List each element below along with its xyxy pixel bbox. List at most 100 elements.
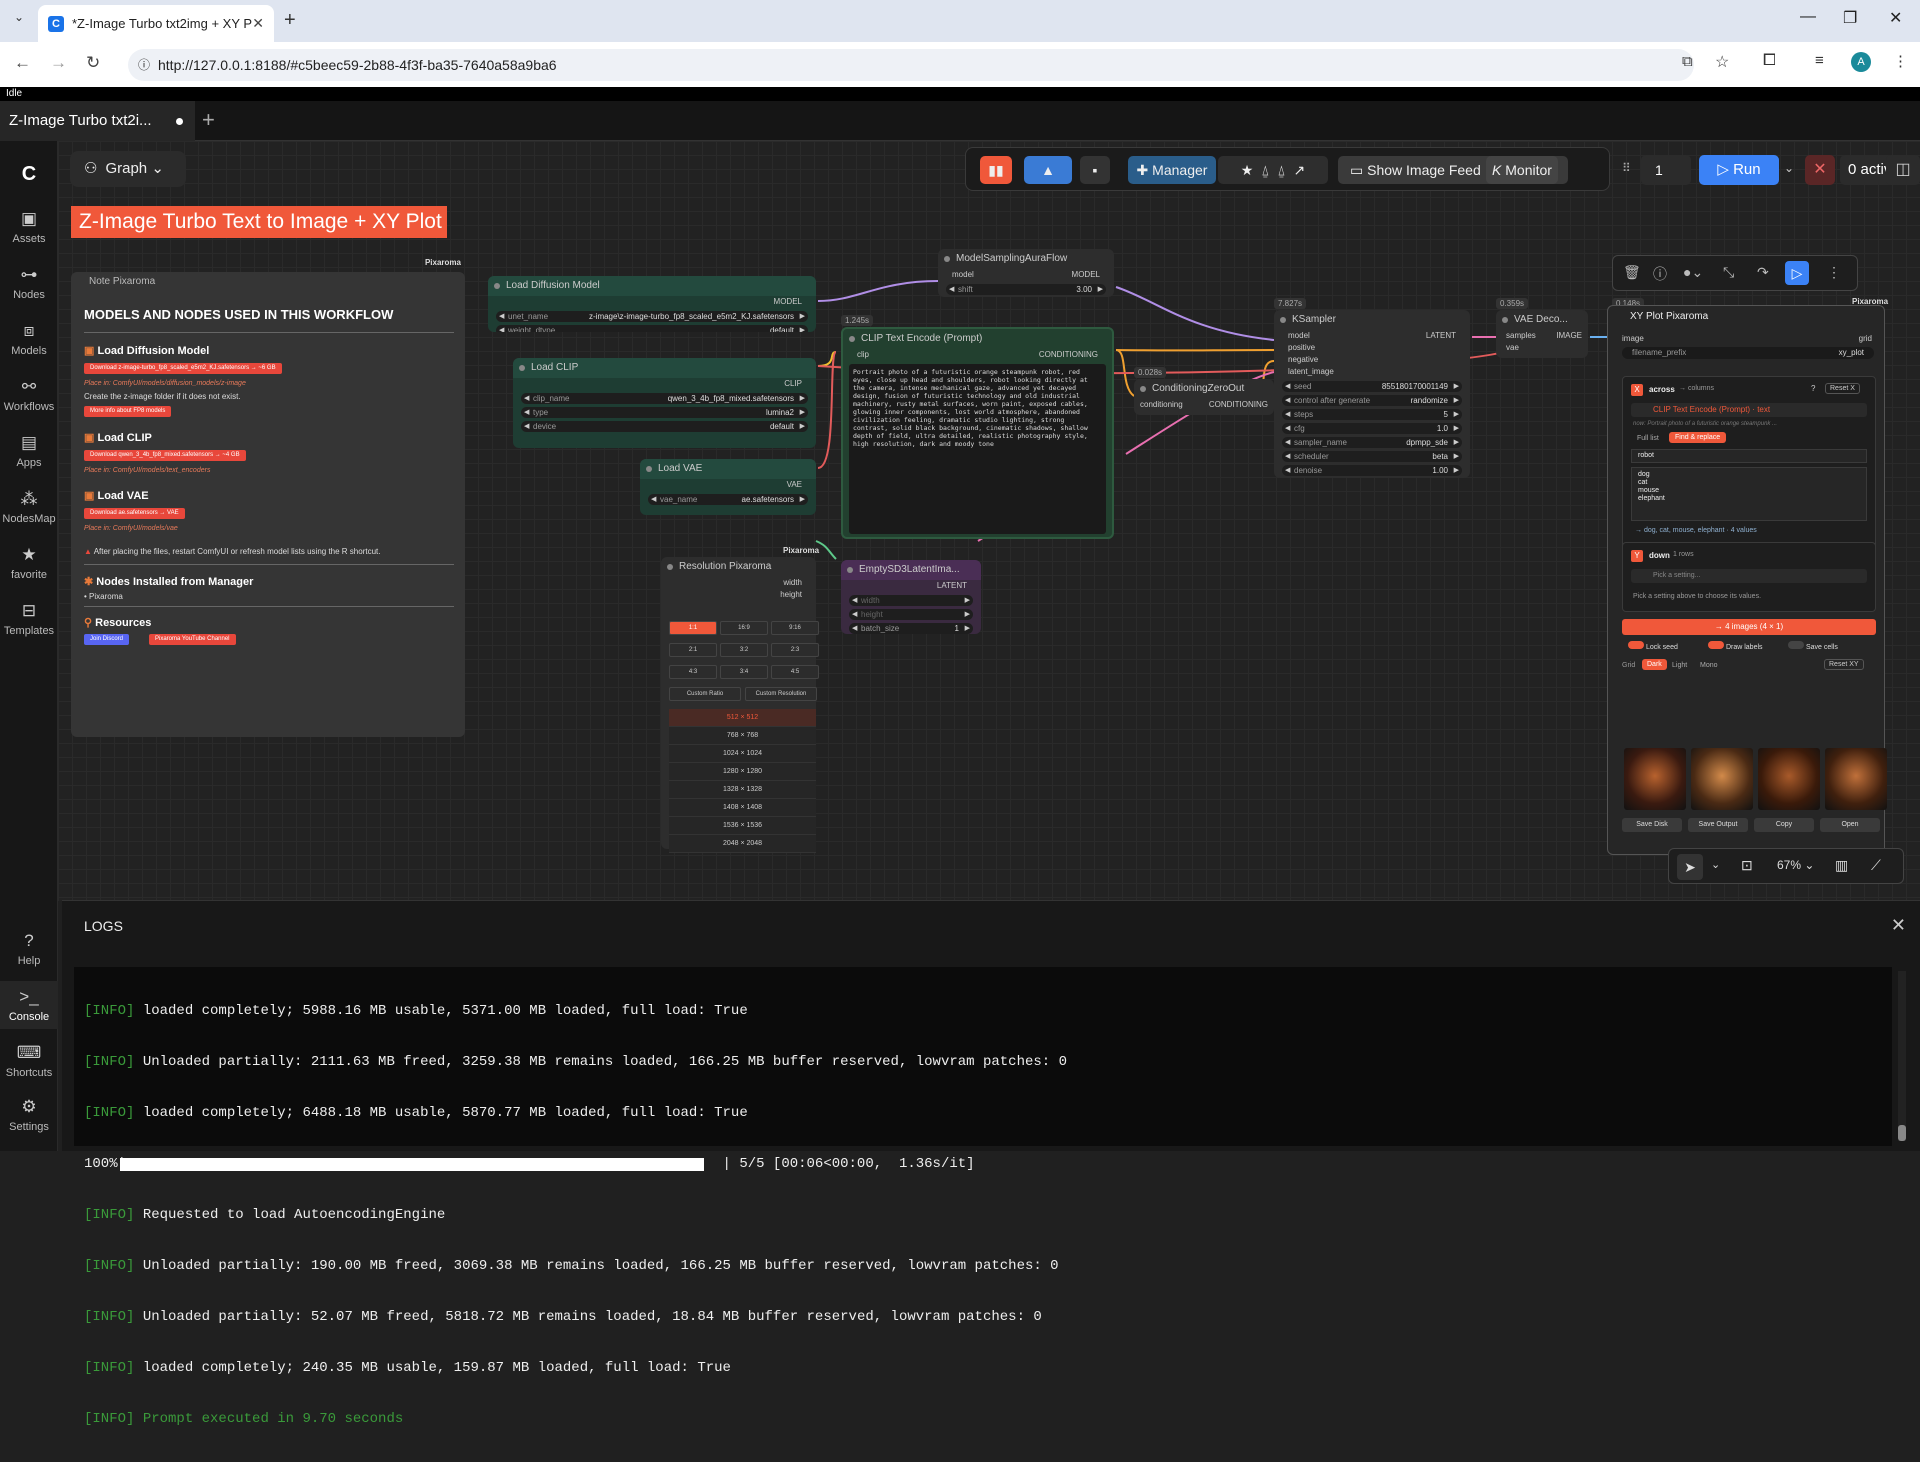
log-scrollbar[interactable] [1898,971,1906,1141]
model-sampling-auraflow-node[interactable]: ModelSamplingAuraFlow model MODEL shift 3.… [938,249,1114,297]
resolution-option[interactable]: 768 × 768 [669,727,816,745]
generate-images-button[interactable]: → 4 images (4 × 1) [1622,619,1876,635]
resolution-option[interactable]: 1408 × 1408 [669,799,816,817]
grid-light-button[interactable]: Light [1672,662,1687,669]
log-output[interactable]: [INFO] loaded completely; 5988.16 MB usa… [74,967,1892,1427]
sampler-name-widget[interactable]: sampler_name dpmpp_sde [1282,437,1462,448]
ksampler-node[interactable]: KSampler model LATENT positive negative l… [1274,310,1470,478]
add-workflow-icon[interactable]: + [202,107,215,133]
sidebar-item-assets[interactable]: ▣ Assets [0,209,58,245]
width-widget[interactable]: width [849,595,973,606]
execute-icon[interactable]: ▷ [1785,261,1809,285]
more-icon[interactable]: ⋮ [1827,264,1841,281]
sidebar-item-favorite[interactable]: ★ favorite [0,545,58,581]
download-clip-button[interactable]: Download qwen_3_4b_fp8_mixed.safetensors… [84,450,246,461]
result-image-cat[interactable] [1691,748,1753,810]
url-input[interactable]: ⓘ http://127.0.0.1:8188/#c5beec59-2b88-4… [128,49,1694,81]
window-close-icon[interactable]: ✕ [1889,8,1902,28]
comfy-logo-icon[interactable]: C [0,163,58,190]
save-output-button[interactable]: Save Output [1688,818,1748,832]
save-disk-button[interactable]: Save Disk [1622,818,1682,832]
tab-search-icon[interactable]: ⌄ [14,10,24,24]
reload-icon[interactable]: ↻ [86,53,100,73]
vae-name-widget[interactable]: vae_name ae.safetensors [648,494,808,505]
clip-name-widget[interactable]: clip_name qwen_3_4b_fp8_mixed.safetensors [521,393,808,404]
unet-name-widget[interactable]: unet_name z-image\z-image-turbo_fp8_scale… [496,311,808,322]
sidebar-item-models[interactable]: ⧈ Models [0,321,58,357]
trash-icon[interactable]: 🗑 [1623,264,1641,281]
ratio-button[interactable]: 4:5 [771,665,819,679]
workflow-tab[interactable]: Z-Image Turbo txt2i... [0,101,195,141]
minimize-icon[interactable]: — [1800,8,1816,26]
resolution-option[interactable]: 1328 × 1328 [669,781,816,799]
ratio-button[interactable]: 2:1 [669,643,717,657]
youtube-button[interactable]: Pixaroma YouTube Channel [149,634,236,645]
load-clip-node[interactable]: Load CLIP CLIP clip_name qwen_3_4b_fp8_mi… [513,358,816,448]
sidebar-item-apps[interactable]: ▤ Apps [0,433,58,469]
resolution-option[interactable]: 512 × 512 [669,709,816,727]
new-tab-icon[interactable]: + [284,9,296,32]
sidebar-item-settings[interactable]: ⚙ Settings [0,1097,58,1133]
zoom-level[interactable]: 67% ⌄ [1777,858,1814,872]
profile-avatar[interactable]: A [1851,52,1871,72]
fp8-info-button[interactable]: More info about FP8 models [84,406,172,417]
resolution-option[interactable]: 1536 × 1536 [669,817,816,835]
sidebar-item-templates[interactable]: ⊟ Templates [0,601,58,637]
browser-menu-icon[interactable]: ⋮ [1893,52,1908,70]
grid-dark-button[interactable]: Dark [1642,659,1667,670]
filename-prefix-widget[interactable]: filename_prefix xy_plot [1622,347,1874,359]
collapse-icon[interactable]: ⤡ [1723,264,1734,281]
clip-device-widget[interactable]: device default [521,421,808,432]
open-button[interactable]: Open [1820,818,1880,832]
empty-sd3-latent-node[interactable]: EmptySD3LatentIma... LATENT width height… [841,560,981,634]
clip-type-widget[interactable]: type lumina2 [521,407,808,418]
lock-seed-toggle[interactable]: Lock seed [1628,641,1678,651]
ratio-button[interactable]: 4:3 [669,665,717,679]
batch-size-widget[interactable]: batch_size 1 [849,623,973,634]
seed-widget[interactable]: seed 855180170001149 [1282,381,1462,392]
extensions-icon[interactable]: ⧠ [1763,52,1776,70]
sidebar-item-help[interactable]: ? Help [0,931,58,967]
vae-decode-node[interactable]: VAE Deco... samples IMAGE vae [1496,310,1588,358]
restore-icon[interactable]: ❐ [1843,8,1857,28]
height-widget[interactable]: height [849,609,973,620]
select-cursor-icon[interactable]: ➤ [1677,854,1703,880]
custom-resolution-button[interactable]: Custom Resolution [745,687,817,701]
bypass-icon[interactable]: ↷ [1757,264,1769,281]
copy-button[interactable]: Copy [1754,818,1814,832]
shift-widget[interactable]: shift 3.00 [946,284,1106,295]
download-ldm-button[interactable]: Download z-image-turbo_fp8_scaled_e5m2_K… [84,363,282,374]
discord-button[interactable]: Join Discord [84,634,130,645]
sidebar-item-console[interactable]: >_ Console [0,981,58,1029]
link-visibility-icon[interactable]: ⟋ [1871,857,1881,874]
ratio-button[interactable]: 3:4 [720,665,768,679]
sidebar-item-nodesmap[interactable]: ⁂ NodesMap [0,489,58,525]
steps-widget[interactable]: steps 5 [1282,409,1462,420]
conditioning-zero-out-node[interactable]: ConditioningZeroOut conditioning CONDITIO… [1134,379,1274,415]
ratio-button[interactable]: 9:16 [771,621,819,635]
sidebar-item-workflows[interactable]: ⚯ Workflows [0,377,58,413]
resolution-option[interactable]: 1024 × 1024 [669,745,816,763]
bookmark-star-icon[interactable]: ☆ [1715,52,1729,72]
prompt-textarea[interactable]: Portrait photo of a futuristic orange st… [849,364,1106,534]
close-icon[interactable]: ✕ [1891,915,1906,936]
result-image-elephant[interactable] [1825,748,1887,810]
draw-labels-toggle[interactable]: Draw labels [1708,641,1763,651]
chevron-down-icon[interactable]: ⌄ [1711,858,1720,871]
help-icon[interactable]: ? [1811,384,1815,393]
weight-dtype-widget[interactable]: weight_dtype default [496,325,808,332]
ratio-button[interactable]: 1:1 [669,621,717,635]
close-icon[interactable]: ✕ [252,15,264,32]
scheduler-widget[interactable]: scheduler beta [1282,451,1462,462]
note-pixaroma-node[interactable]: Pixaroma Note Pixaroma MODELS AND NODES … [71,258,465,737]
reset-xy-button[interactable]: Reset XY [1824,659,1864,670]
save-cells-toggle[interactable]: Save cells [1788,641,1838,651]
info-icon[interactable]: ⓘ [1653,264,1667,284]
sidebar-item-nodes[interactable]: ⊶ Nodes [0,265,58,301]
sidebar-item-shortcuts[interactable]: ⌨ Shortcuts [0,1043,58,1079]
ratio-button[interactable]: 2:3 [771,643,819,657]
find-replace-tab[interactable]: Find & replace [1669,432,1727,443]
color-icon[interactable]: ●⌄ [1683,264,1703,281]
ratio-button[interactable]: 3:2 [720,643,768,657]
cfg-widget[interactable]: cfg 1.0 [1282,423,1462,434]
